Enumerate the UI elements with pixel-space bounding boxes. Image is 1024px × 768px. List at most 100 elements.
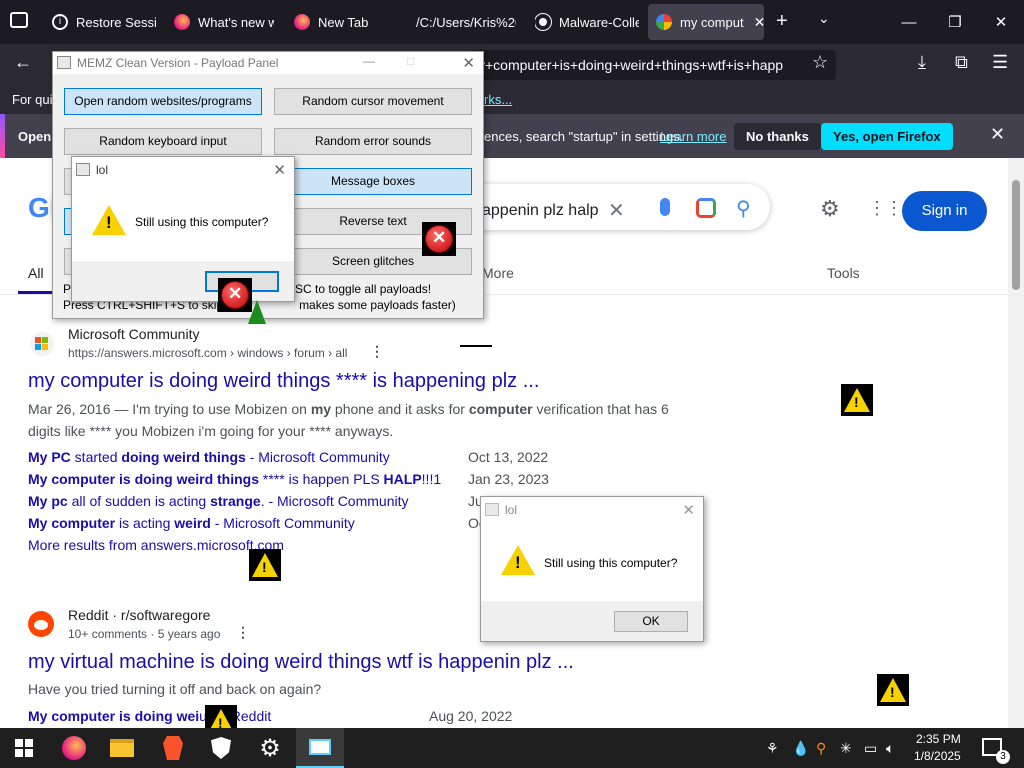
taskbar-firefox[interactable] (50, 728, 98, 768)
taskbar-memz[interactable] (296, 728, 344, 768)
firefox-icon (62, 736, 86, 760)
sublink[interactable]: My computer is acting weird - Microsoft … (28, 515, 355, 531)
sign-in-button[interactable]: Sign in (902, 191, 987, 231)
open-firefox-button[interactable]: Yes, open Firefox (821, 123, 953, 150)
payload-button-cursor[interactable]: Random cursor movement (274, 88, 472, 115)
star-icon[interactable]: ☆ (812, 52, 828, 73)
tab-label: my comput (680, 14, 744, 30)
taskbar-brave[interactable] (149, 728, 197, 768)
more-options-icon[interactable]: ⋮ (370, 343, 384, 360)
windows-logo-icon (15, 739, 33, 757)
no-thanks-button[interactable]: No thanks (734, 123, 821, 150)
new-tab-button[interactable]: + (776, 10, 788, 33)
app-icon (57, 56, 71, 69)
message-dialog: lol ✕ Still using this computer? (71, 156, 295, 302)
minimize-button[interactable]: — (886, 0, 932, 44)
payload-button-keyboard[interactable]: Random keyboard input (64, 128, 262, 155)
sublink[interactable]: My PC started doing weird things - Micro… (28, 449, 390, 465)
tab-tools[interactable]: Tools (827, 265, 860, 281)
tab-google-active[interactable]: my comput ✕ (648, 4, 764, 40)
close-icon[interactable]: ✕ (273, 161, 286, 179)
close-icon[interactable]: ✕ (462, 54, 475, 72)
lens-icon[interactable] (696, 198, 716, 218)
people-icon[interactable]: ⚘ (766, 740, 779, 757)
menu-icon[interactable]: ☰ (992, 52, 1008, 73)
result-breadcrumb: https://answers.microsoft.com › windows … (68, 346, 348, 360)
maximize-button[interactable]: ❐ (932, 0, 978, 44)
maximize-button[interactable]: □ (407, 54, 414, 68)
tab-all[interactable]: All (28, 265, 44, 281)
sparkle-icon[interactable]: ✳ (840, 740, 852, 757)
sublink[interactable]: My pc all of sudden is acting strange. -… (28, 493, 409, 509)
tab-label: New Tab (318, 14, 369, 30)
search-input[interactable]: appenin plz halp (482, 202, 599, 220)
dialog-title: lol (96, 163, 109, 177)
volume-mute-icon[interactable]: 🔈︎ (886, 740, 894, 757)
google-icon (656, 14, 672, 30)
google-logo[interactable]: G (28, 192, 50, 224)
clock-date[interactable]: 1/8/2025 (914, 749, 961, 763)
dialog-titlebar[interactable]: lol ✕ (481, 497, 703, 523)
warning-icon (92, 205, 126, 235)
reddit-logo-icon (28, 611, 54, 637)
tab-new-tab[interactable]: New Tab (294, 4, 394, 40)
ok-button[interactable]: OK (614, 611, 688, 632)
clock-time[interactable]: 2:35 PM (916, 732, 961, 746)
result-title-link[interactable]: my computer is doing weird things **** i… (28, 370, 539, 393)
url-bar[interactable]: y+computer+is+doing+weird+things+wtf+is+… (470, 50, 836, 80)
microsoft-logo-icon (30, 332, 54, 356)
sublink-date: Jan 23, 2023 (468, 471, 549, 487)
bookmark-link[interactable]: rks... (484, 92, 512, 107)
back-arrow-icon[interactable]: ← (14, 52, 32, 73)
start-button[interactable] (0, 728, 48, 768)
microphone-icon[interactable] (660, 198, 670, 216)
tab-list-icon[interactable] (10, 12, 28, 28)
tab-github[interactable]: Malware-Colle (535, 4, 639, 40)
search-icon[interactable]: ⚲ (736, 196, 751, 221)
tree-icon (248, 300, 266, 324)
tab-file[interactable]: /C:/Users/Kris%20( (416, 4, 516, 40)
droplet-icon[interactable]: 💧 (792, 740, 809, 757)
help-text-1: ESC to toggle all payloads! (287, 282, 432, 296)
tab-restore-session[interactable]: i Restore Session (52, 4, 156, 40)
notification-count-badge: 3 (996, 750, 1010, 764)
close-icon[interactable]: ✕ (682, 501, 695, 519)
extensions-icon[interactable]: ⧉ (955, 52, 968, 73)
page-scrollbar[interactable] (1008, 158, 1024, 728)
learn-more-link[interactable]: Learn more (660, 129, 726, 144)
brave-icon (163, 736, 183, 760)
tab-bar: i Restore Session What's new w New Tab /… (0, 0, 1024, 44)
network-icon[interactable]: ▭ (864, 740, 877, 757)
download-icon[interactable]: ⤓ (918, 52, 926, 73)
taskbar-settings[interactable]: ⚙ (246, 728, 294, 768)
dialog-message: Still using this computer? (544, 556, 678, 570)
close-icon[interactable]: ✕ (754, 14, 764, 31)
tab-label: Restore Session (76, 14, 156, 30)
sublink-date: Oct 13, 2022 (468, 449, 549, 465)
payload-button-error-sounds[interactable]: Random error sounds (274, 128, 472, 155)
result-title-link[interactable]: my virtual machine is doing weird things… (28, 651, 574, 674)
app-icon (76, 163, 90, 176)
taskbar-security[interactable] (197, 728, 245, 768)
window-icon (309, 739, 331, 755)
result-snippet: Mar 26, 2016 — I'm trying to use Mobizen… (28, 401, 669, 439)
message-dialog: lol ✕ Still using this computer? OK (480, 496, 704, 642)
tab-more[interactable]: More (482, 265, 514, 281)
payload-button-open-websites[interactable]: Open random websites/programs (64, 88, 262, 115)
clear-icon[interactable]: ✕ (608, 198, 625, 223)
more-options-icon[interactable]: ⋮ (236, 624, 250, 641)
minimize-button[interactable]: — (363, 54, 375, 68)
window-titlebar[interactable]: MEMZ Clean Version - Payload Panel — □ ✕ (53, 52, 483, 74)
close-icon[interactable]: ✕ (990, 124, 1005, 145)
payload-button-message-boxes[interactable]: Message boxes (274, 168, 472, 195)
dialog-titlebar[interactable]: lol ✕ (72, 157, 294, 183)
sublink[interactable]: My computer is doing weird things **** i… (28, 471, 441, 487)
taskbar-file-explorer[interactable] (98, 728, 146, 768)
scrollbar-thumb[interactable] (1012, 180, 1020, 290)
more-results-link[interactable]: More results from answers.microsoft.com (28, 537, 284, 553)
chevron-down-icon[interactable]: ⌄ (818, 10, 830, 27)
search-tray-icon[interactable]: ⚲ (816, 740, 826, 757)
settings-gear-icon[interactable]: ⚙ (820, 196, 840, 222)
window-close-button[interactable]: ✕ (978, 0, 1024, 44)
tab-whats-new[interactable]: What's new w (174, 4, 274, 40)
